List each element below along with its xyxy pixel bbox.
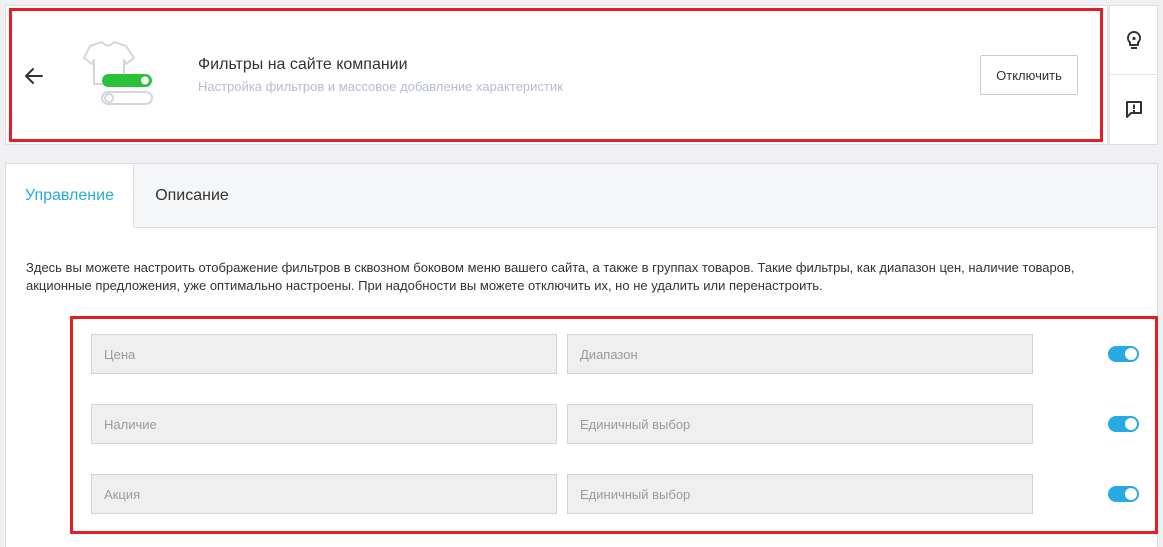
filter-toggle[interactable] <box>1108 486 1139 502</box>
arrow-left-icon <box>25 68 43 84</box>
tab-management[interactable]: Управление <box>5 163 134 228</box>
page-subtitle: Настройка фильтров и массовое добавление… <box>198 79 563 94</box>
tshirt-filter-icon <box>72 38 162 112</box>
toggle-knob <box>1125 418 1137 430</box>
filter-type-field[interactable]: Единичный выбор <box>567 474 1033 514</box>
back-button[interactable] <box>22 64 46 88</box>
filter-name-field[interactable]: Наличие <box>91 404 557 444</box>
tab-bar: Управление Описание <box>5 163 1157 228</box>
filter-toggle[interactable] <box>1108 416 1139 432</box>
hints-button[interactable] <box>1110 6 1157 74</box>
filter-name-field[interactable]: Цена <box>91 334 557 374</box>
disable-button[interactable]: Отключить <box>980 55 1078 95</box>
toggle-knob <box>1125 488 1137 500</box>
lightbulb-icon <box>1126 30 1141 49</box>
settings-description: Здесь вы можете настроить отображение фи… <box>26 260 1075 293</box>
filter-type-field[interactable]: Единичный выбор <box>567 404 1033 444</box>
header-highlight-frame <box>9 8 1103 142</box>
main-card: Управление Описание Здесь вы можете наст… <box>5 163 1158 547</box>
toggle-knob <box>1125 348 1137 360</box>
tab-description[interactable]: Описание <box>134 163 250 228</box>
report-icon <box>1125 101 1142 118</box>
filter-name-field[interactable]: Акция <box>91 474 557 514</box>
filter-toggle[interactable] <box>1108 346 1139 362</box>
page-title: Фильтры на сайте компании <box>198 56 408 73</box>
report-button[interactable] <box>1110 75 1157 143</box>
side-tool-panel <box>1109 5 1158 145</box>
filter-type-field[interactable]: Диапазон <box>567 334 1033 374</box>
